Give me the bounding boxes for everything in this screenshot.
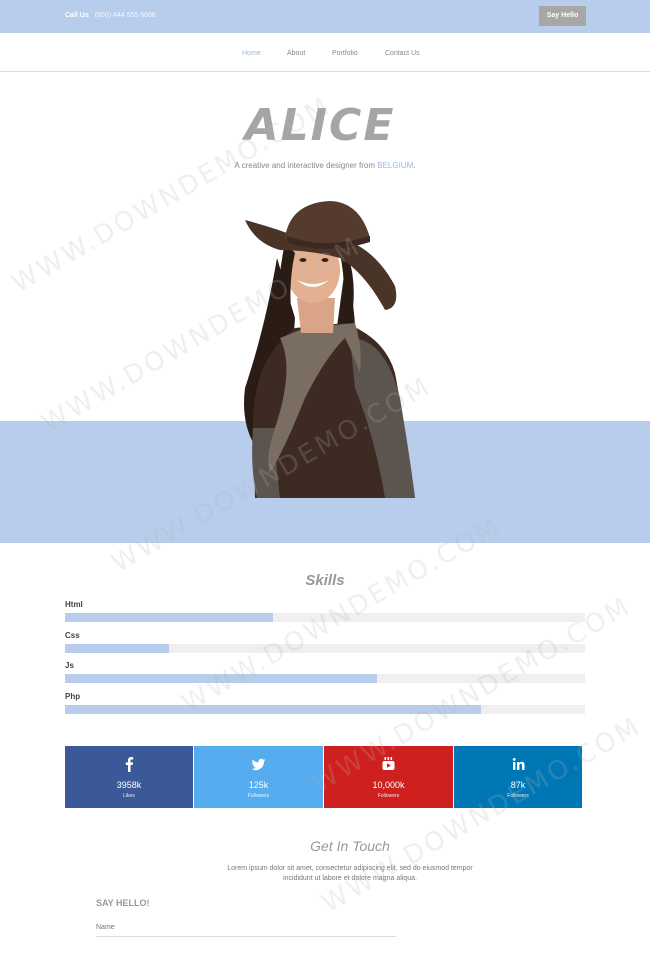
skill-fill-html [65,613,273,622]
twitter-icon [251,758,266,771]
call-info: Call Us (800) 444 555 6666 [65,12,156,19]
skill-bar-css [65,644,585,653]
form-heading: SAY HELLO! [96,898,150,908]
phone-number[interactable]: (800) 444 555 6666 [95,12,156,19]
twitter-label: Followers [247,793,270,799]
facebook-tile[interactable]: 3958k Likes [65,746,193,808]
tagline: A creative and interactive designer from… [0,161,650,170]
nav-portfolio[interactable]: Portfolio [332,50,358,57]
page-title: ALICE [244,100,396,151]
facebook-count: 3958k [116,780,142,790]
nav-home[interactable]: Home [242,50,261,57]
skill-label-js: Js [65,661,74,670]
skill-fill-css [65,644,169,653]
facebook-icon [125,757,134,772]
tagline-suffix: . [413,161,416,170]
linkedin-label: Followers [507,793,529,799]
name-field[interactable] [96,918,396,937]
youtube-label: Followers [377,793,400,799]
tagline-prefix: A creative and interactive designer from [234,161,378,170]
nav-contact-us[interactable]: Contact Us [385,50,420,57]
youtube-count: 10,000k [372,780,405,790]
facebook-label: Likes [123,793,135,799]
youtube-tile[interactable]: 10,000k Followers [324,746,453,808]
contact-title: Get In Touch [310,838,390,854]
skill-label-html: Html [65,600,83,609]
top-bar: Call Us (800) 444 555 6666 Say Hello [0,0,650,33]
linkedin-icon [512,758,525,770]
skill-bar-js [65,674,585,683]
twitter-count: 125k [248,780,269,790]
nav-about[interactable]: About [287,50,305,57]
watermark: WWW.DOWNDEMO.COM [316,711,647,919]
linkedin-count: 87k [510,780,526,790]
skill-fill-js [65,674,377,683]
linkedin-tile[interactable]: 87k Followers [454,746,582,808]
skill-fill-php [65,705,481,714]
twitter-tile[interactable]: 125k Followers [194,746,323,808]
say-hello-button[interactable]: Say Hello [539,6,586,26]
skill-bar-php [65,705,585,714]
youtube-icon [382,757,395,770]
skill-label-php: Php [65,692,81,701]
skill-label-css: Css [65,631,80,640]
skill-bar-html [65,613,585,622]
call-label: Call Us [65,12,89,19]
skills-title: Skills [305,572,345,589]
tagline-highlight: BELGIUM [377,161,414,170]
portrait-image [244,201,415,498]
main-nav: Home About Portfolio Contact Us [0,33,650,72]
contact-description: Lorem ipsum dolor sit amet, consectetur … [227,865,473,882]
